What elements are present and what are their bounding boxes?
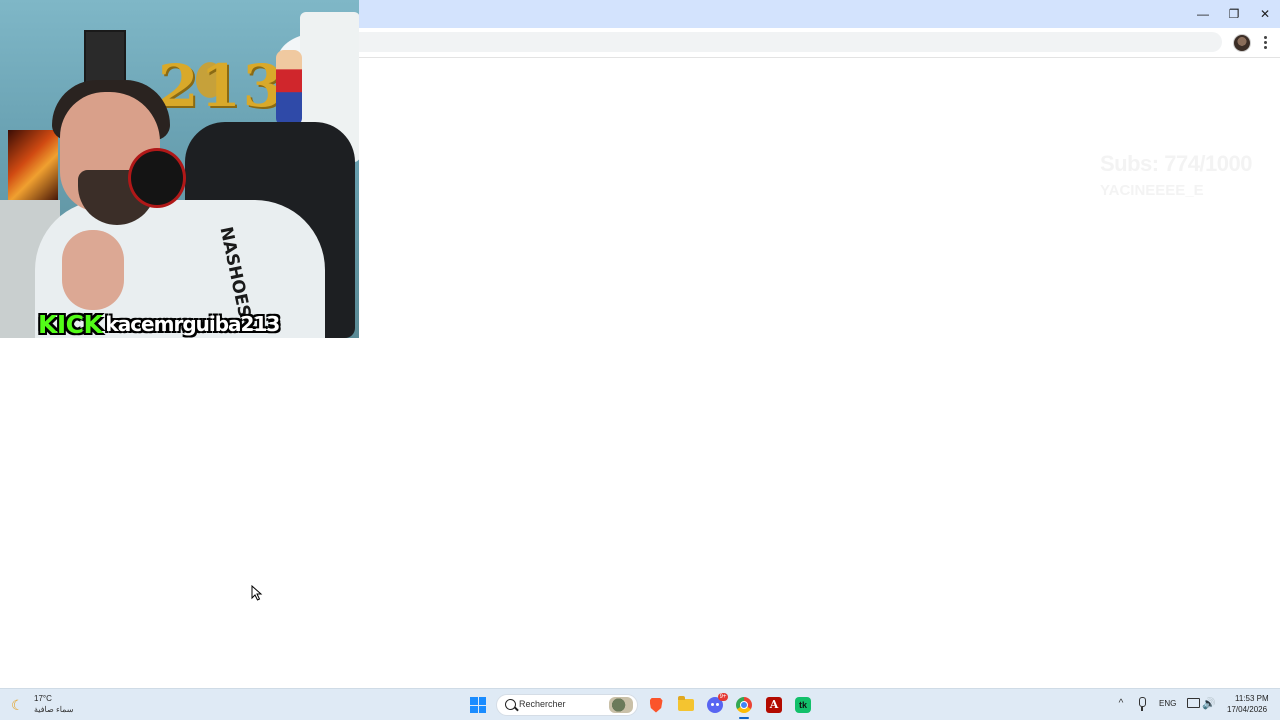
- menu-dot: [1263, 35, 1267, 39]
- search-placeholder: Rechercher: [519, 699, 566, 709]
- browser-menu-icon[interactable]: [1259, 32, 1271, 52]
- profile-avatar-icon[interactable]: [1233, 34, 1251, 52]
- windows-icon: [470, 697, 486, 713]
- close-button[interactable]: ✕: [1249, 0, 1280, 28]
- chrome-icon: [736, 697, 752, 713]
- webcam-monitor: [8, 130, 58, 202]
- taskbar-discord[interactable]: 9+: [705, 693, 728, 715]
- network-icon[interactable]: [1187, 698, 1200, 708]
- desktop-screen: — ❐ ✕ 213 NASHOES KICK kacemrguiba213 Su…: [0, 0, 1280, 720]
- menu-dot: [1263, 40, 1267, 44]
- mouse-cursor-icon: [251, 585, 263, 601]
- sub-goal-overlay: Subs: 774/1000: [1100, 151, 1252, 176]
- active-app-indicator: [739, 717, 749, 719]
- taskbar-search[interactable]: Rechercher: [496, 694, 638, 716]
- address-bar[interactable]: [340, 32, 1222, 52]
- taskbar-green-app[interactable]: tk: [793, 695, 813, 715]
- clock-time[interactable]: 11:53 PM: [1235, 694, 1269, 703]
- microphone-icon[interactable]: [1137, 697, 1147, 711]
- clock-date[interactable]: 17/04/2026: [1227, 705, 1267, 714]
- volume-icon[interactable]: 🔊: [1202, 697, 1216, 710]
- maximize-button[interactable]: ❐: [1218, 0, 1250, 28]
- folder-icon: [678, 696, 694, 711]
- headset-icon: [128, 148, 186, 208]
- brave-icon: [649, 697, 663, 713]
- start-button[interactable]: [468, 695, 488, 715]
- taskbar-file-explorer[interactable]: [676, 695, 696, 715]
- green-app-icon: tk: [795, 697, 811, 713]
- taskbar: ☾ 17°C سماء صافية Rechercher 9+ A tk ^ E…: [0, 688, 1280, 720]
- stream-banner: KICK kacemrguiba213: [38, 309, 280, 339]
- taskbar-brave[interactable]: [646, 695, 666, 715]
- menu-dot: [1263, 45, 1267, 49]
- search-icon: [505, 699, 516, 710]
- search-highlight-image: [609, 697, 633, 713]
- webcam-overlay: 213 NASHOES KICK kacemrguiba213: [0, 0, 359, 338]
- webcam-figurine: [276, 50, 302, 126]
- show-hidden-icons-chevron-icon[interactable]: ^: [1115, 698, 1127, 710]
- language-indicator[interactable]: ENG: [1159, 699, 1176, 708]
- taskbar-acrobat[interactable]: A: [764, 695, 784, 715]
- streamer-username: kacemrguiba213: [105, 312, 280, 336]
- latest-sub-name: YACINEEEE_E: [1100, 182, 1204, 199]
- weather-description[interactable]: سماء صافية: [34, 705, 74, 714]
- notification-badge: 9+: [718, 693, 728, 701]
- webcam-balloons-text: 213: [158, 52, 286, 120]
- kick-logo: KICK: [38, 309, 103, 339]
- minimize-button[interactable]: —: [1187, 0, 1219, 28]
- taskbar-chrome[interactable]: [734, 695, 754, 715]
- acrobat-icon: A: [766, 697, 782, 713]
- moon-cloud-icon[interactable]: ☾: [11, 697, 27, 713]
- webcam-hand: [62, 230, 124, 310]
- weather-temperature[interactable]: 17°C: [34, 694, 52, 703]
